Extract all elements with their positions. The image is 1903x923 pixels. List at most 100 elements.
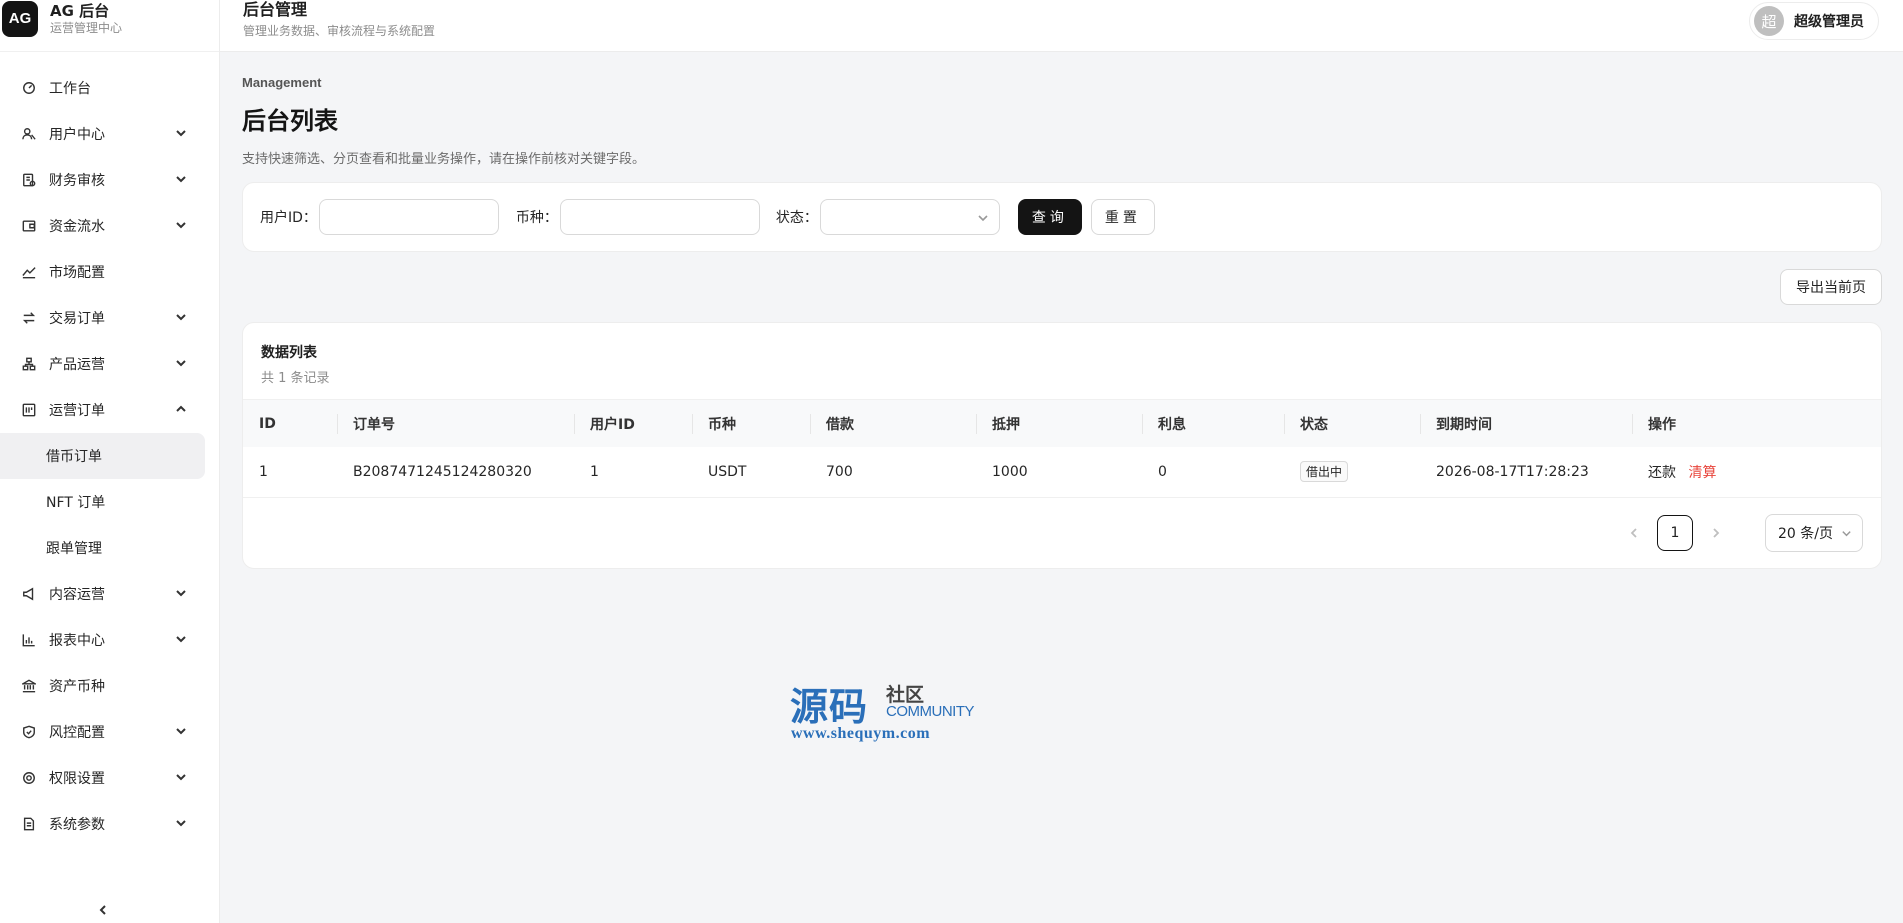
chevron-down-icon: [175, 173, 189, 187]
currency-input[interactable]: [559, 199, 760, 235]
chart-line-icon: [21, 264, 37, 280]
sidebar-item-product-ops[interactable]: 产品运营: [0, 341, 219, 387]
sidebar-item-label: 系统参数: [49, 817, 105, 833]
sidebar-item-label: 产品运营: [49, 357, 105, 373]
header-title: 后台管理: [243, 0, 308, 19]
megaphone-icon: [21, 586, 37, 602]
brand-subtitle: 运营管理中心: [50, 20, 123, 35]
column-header: 状态: [1284, 400, 1420, 447]
chevron-down-icon: [175, 817, 189, 831]
users-icon: [21, 126, 37, 142]
query-button[interactable]: 查询: [1017, 199, 1082, 235]
export-current-page-button[interactable]: 导出当前页: [1780, 269, 1882, 305]
cell-interest: 0: [1142, 447, 1284, 498]
pagination: 1 20 条/页: [243, 498, 1881, 568]
watermark-url: www.shequym.com: [791, 725, 931, 742]
chevron-down-icon: [175, 219, 189, 233]
chevron-right-icon: [1713, 527, 1720, 538]
watermark: 源码 社区 COMMUNITY www.shequym.com: [790, 676, 990, 746]
currency-label: 币种：: [515, 210, 558, 226]
column-header: 到期时间: [1420, 400, 1632, 447]
status-label: 状态：: [775, 210, 818, 226]
sidebar-item-label: 工作台: [49, 81, 91, 97]
shield-icon: [21, 724, 37, 740]
sidebar-subitem-nft-orders[interactable]: NFT 订单: [0, 479, 219, 525]
prev-page-button[interactable]: [1619, 518, 1649, 548]
sidebar-item-label: 权限设置: [49, 771, 105, 787]
sidebar: AG AG 后台 运营管理中心 工作台 用户中心 财务审核 资金流水 市场配置: [0, 0, 220, 923]
sidebar-collapse-button[interactable]: [94, 901, 112, 919]
cell-collateral: 1000: [976, 447, 1142, 498]
chevron-left-icon: [1630, 527, 1637, 538]
sidebar-item-ops-orders[interactable]: 运营订单: [0, 387, 219, 433]
chevron-down-icon: [175, 587, 189, 601]
sidebar-item-market-config[interactable]: 市场配置: [0, 249, 219, 295]
watermark-big-text: 源码: [790, 684, 869, 729]
cell-currency: USDT: [692, 447, 810, 498]
sidebar-item-label: 资金流水: [49, 219, 105, 235]
sidebar-item-content-ops[interactable]: 内容运营: [0, 571, 219, 617]
chevron-down-icon: [1842, 530, 1851, 536]
status-badge: 借出中: [1300, 461, 1349, 483]
user-id-input[interactable]: [318, 199, 499, 235]
chevron-down-icon: [175, 725, 189, 739]
filter-bar: 用户ID： 币种： 状态： 查询 重置: [242, 182, 1882, 252]
watermark-small-en: COMMUNITY: [886, 703, 975, 720]
chevron-down-icon: [175, 127, 189, 141]
sidebar-item-system-params[interactable]: 系统参数: [0, 801, 219, 847]
column-header: 抵押: [976, 400, 1142, 447]
page-size-value: 20 条/页: [1778, 525, 1833, 542]
liquidate-link[interactable]: 清算: [1688, 465, 1716, 481]
cell-user-id: 1: [574, 447, 692, 498]
table-header-row: ID 订单号 用户ID 币种 借款 抵押 利息 状态 到期时间 操作: [243, 400, 1881, 447]
sidebar-item-user-center[interactable]: 用户中心: [0, 111, 219, 157]
sidebar-item-risk-config[interactable]: 风控配置: [0, 709, 219, 755]
page-size-select[interactable]: 20 条/页: [1765, 513, 1863, 552]
column-header: ID: [259, 415, 276, 432]
chevron-down-icon: [175, 311, 189, 325]
column-header: 操作: [1632, 400, 1881, 447]
cell-id: 1: [243, 447, 337, 498]
sidebar-item-report-center[interactable]: 报表中心: [0, 617, 219, 663]
column-header: 借款: [810, 400, 976, 447]
doc-icon: [21, 816, 37, 832]
chevron-down-icon: [175, 633, 189, 647]
sidebar-subitem-copy-trading[interactable]: 跟单管理: [0, 525, 219, 571]
status-select[interactable]: [819, 199, 1000, 235]
brand-logo: AG: [2, 0, 38, 37]
sidebar-item-finance-audit[interactable]: 财务审核: [0, 157, 219, 203]
user-id-label: 用户ID：: [260, 210, 317, 226]
ops-orders-submenu: 借币订单 NFT 订单 跟单管理: [0, 433, 219, 571]
cell-loan: 700: [810, 447, 976, 498]
sidebar-item-permissions[interactable]: 权限设置: [0, 755, 219, 801]
sidebar-item-trade-orders[interactable]: 交易订单: [0, 295, 219, 341]
sidebar-item-asset-currency[interactable]: 资产币种: [0, 663, 219, 709]
reset-button[interactable]: 重置: [1090, 199, 1155, 235]
repay-link[interactable]: 还款: [1648, 465, 1676, 481]
table-row: 1 B2087471245124280320 1 USDT 700 1000 0…: [243, 447, 1881, 498]
chevron-down-icon: [978, 215, 988, 222]
bar-chart-icon: [21, 632, 37, 648]
record-count: 共 1 条记录: [261, 371, 330, 386]
wallet-icon: [21, 218, 37, 234]
exchange-icon: [21, 310, 37, 326]
next-page-button[interactable]: [1701, 518, 1731, 548]
sidebar-subitem-loan-orders[interactable]: 借币订单: [0, 433, 205, 479]
sidebar-item-label: 财务审核: [49, 173, 105, 189]
finance-icon: [21, 172, 37, 188]
sidebar-item-label: 资产币种: [49, 679, 105, 695]
brand: AG AG 后台 运营管理中心: [0, 0, 219, 52]
brand-title: AG 后台: [50, 1, 110, 20]
sidebar-item-workbench[interactable]: 工作台: [0, 65, 219, 111]
sidebar-item-label: 报表中心: [49, 633, 105, 649]
sidebar-item-label: 用户中心: [49, 127, 105, 143]
sidebar-item-label: 交易订单: [49, 311, 105, 327]
user-menu[interactable]: 超 超级管理员: [1749, 2, 1879, 40]
page-eyebrow: Management: [242, 75, 322, 90]
page-number-current[interactable]: 1: [1657, 514, 1693, 551]
page-title: 后台列表: [242, 107, 338, 135]
sidebar-item-fund-flow[interactable]: 资金流水: [0, 203, 219, 249]
toolbar: 导出当前页: [242, 252, 1882, 322]
main-content: Management 后台列表 支持快速筛选、分页查看和批量业务操作，请在操作前…: [242, 52, 1882, 569]
avatar: 超: [1754, 6, 1784, 36]
